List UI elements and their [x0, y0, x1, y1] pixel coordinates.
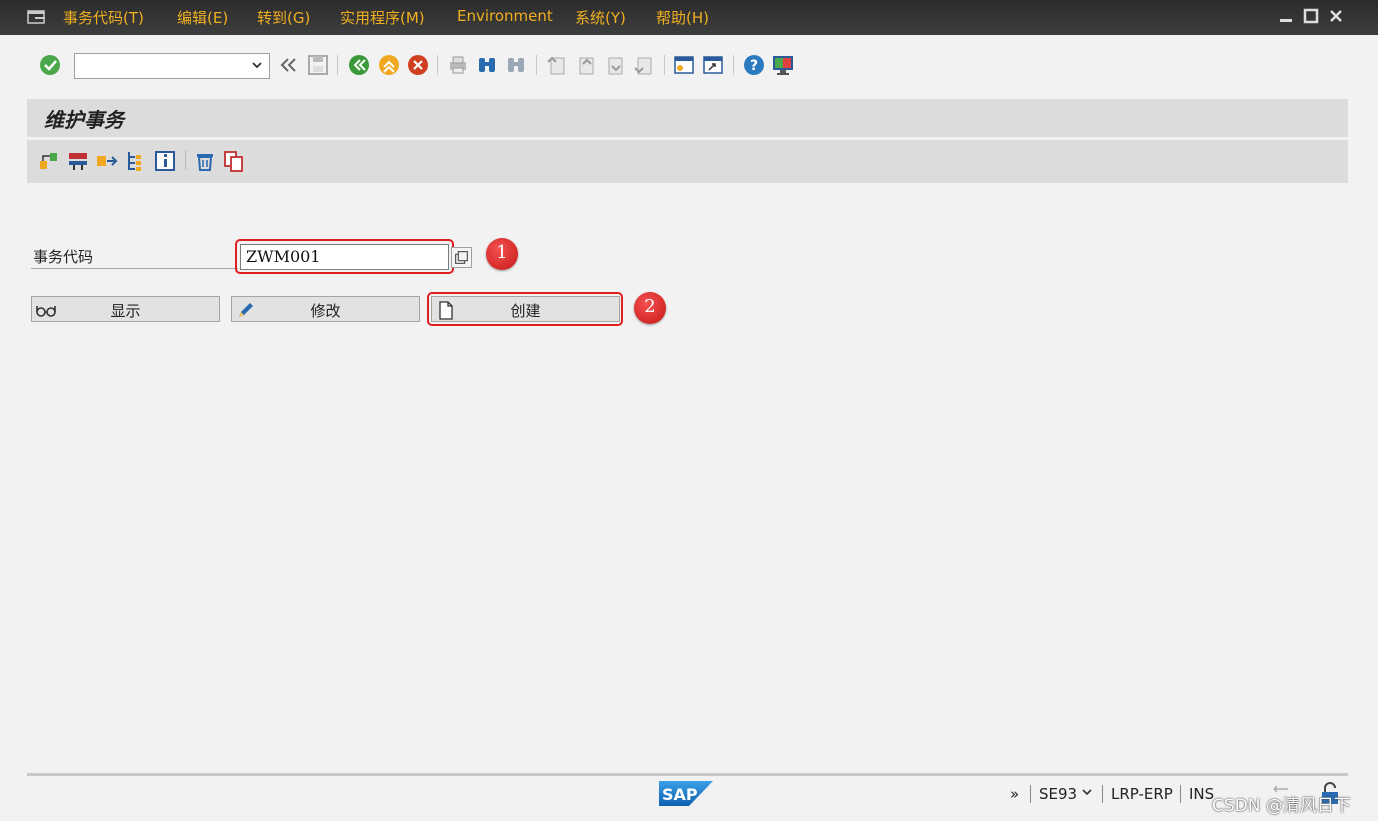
back-icon[interactable]: [346, 52, 372, 78]
next-page-icon[interactable]: [602, 52, 628, 78]
status-bar-divider: [27, 773, 1348, 776]
status-separator: [1102, 785, 1103, 803]
menu-system[interactable]: 系统(Y): [575, 7, 626, 28]
delete-icon[interactable]: [193, 149, 217, 173]
status-system: LRP-ERP: [1111, 785, 1173, 803]
menu-environment[interactable]: Environment: [457, 7, 553, 25]
highlight-box-1: [235, 239, 454, 274]
display-button[interactable]: 显示: [31, 296, 220, 322]
close-icon[interactable]: [1326, 6, 1346, 26]
menu-goto[interactable]: 转到(G): [257, 7, 310, 28]
menu-edit[interactable]: 编辑(E): [177, 7, 228, 28]
value-help-icon[interactable]: [451, 247, 472, 268]
back-double-icon[interactable]: [275, 52, 301, 78]
status-tcode: SE93: [1039, 785, 1078, 803]
menu-help[interactable]: 帮助(H): [656, 7, 709, 28]
where-used-icon[interactable]: [95, 149, 119, 173]
print-icon[interactable]: [445, 52, 471, 78]
annotation-badge-2: 2: [634, 292, 666, 324]
maximize-icon[interactable]: [1301, 6, 1321, 26]
object-directory-icon[interactable]: [124, 149, 148, 173]
chevron-down-icon[interactable]: [251, 59, 263, 71]
status-insert-mode: INS: [1189, 785, 1215, 803]
annotation-badge-1: 1: [486, 238, 518, 270]
tcode-hierarchy-icon[interactable]: [66, 149, 90, 173]
shortcut-icon[interactable]: [700, 52, 726, 78]
svg-text:SAP: SAP: [662, 785, 698, 804]
page-title: 维护事务: [44, 108, 124, 132]
toolbar-separator: [337, 55, 338, 75]
change-button-label: 修改: [310, 302, 341, 320]
menu-bar: 事务代码(T) 编辑(E) 转到(G) 实用程序(M) Environment …: [0, 0, 1378, 35]
save-icon[interactable]: [305, 52, 331, 78]
watermark: CSDN @清风日下: [1212, 796, 1351, 816]
minimize-icon[interactable]: [1276, 6, 1296, 26]
svg-text:?: ?: [750, 58, 758, 74]
menu-utilities[interactable]: 实用程序(M): [340, 7, 425, 28]
change-button[interactable]: 修改: [231, 296, 420, 322]
first-page-icon[interactable]: [544, 52, 570, 78]
prev-page-icon[interactable]: [573, 52, 599, 78]
command-field[interactable]: [74, 53, 270, 79]
toolbar-separator: [536, 55, 537, 75]
find-icon[interactable]: [474, 52, 500, 78]
copy-icon[interactable]: [222, 149, 246, 173]
status-separator: [1030, 785, 1031, 803]
find-next-icon[interactable]: [503, 52, 529, 78]
info-icon[interactable]: [153, 149, 177, 173]
help-icon[interactable]: ?: [741, 52, 767, 78]
exit-icon[interactable]: [376, 52, 402, 78]
sap-logo-icon: SAP: [659, 781, 713, 806]
toolbar-separator: [664, 55, 665, 75]
title-bar: 维护事务: [27, 99, 1348, 137]
toolbar-separator: [185, 150, 186, 170]
cancel-icon[interactable]: [405, 52, 431, 78]
toolbar-separator: [733, 55, 734, 75]
last-page-icon[interactable]: [631, 52, 657, 78]
tcode-label: 事务代码: [33, 248, 94, 266]
highlight-box-2: [427, 292, 623, 326]
toolbar-separator: [437, 55, 438, 75]
status-expand[interactable]: »: [1010, 785, 1019, 803]
new-session-icon[interactable]: [671, 52, 697, 78]
customize-layout-icon[interactable]: [770, 52, 796, 78]
status-separator: [1180, 785, 1181, 803]
system-menu-icon[interactable]: [27, 9, 47, 25]
menu-transaction[interactable]: 事务代码(T): [63, 7, 144, 28]
chevron-down-icon[interactable]: [1081, 788, 1093, 798]
display-button-label: 显示: [110, 302, 141, 320]
label-underline: [31, 268, 238, 269]
enter-icon[interactable]: [37, 52, 63, 78]
object-list-icon[interactable]: [37, 149, 61, 173]
